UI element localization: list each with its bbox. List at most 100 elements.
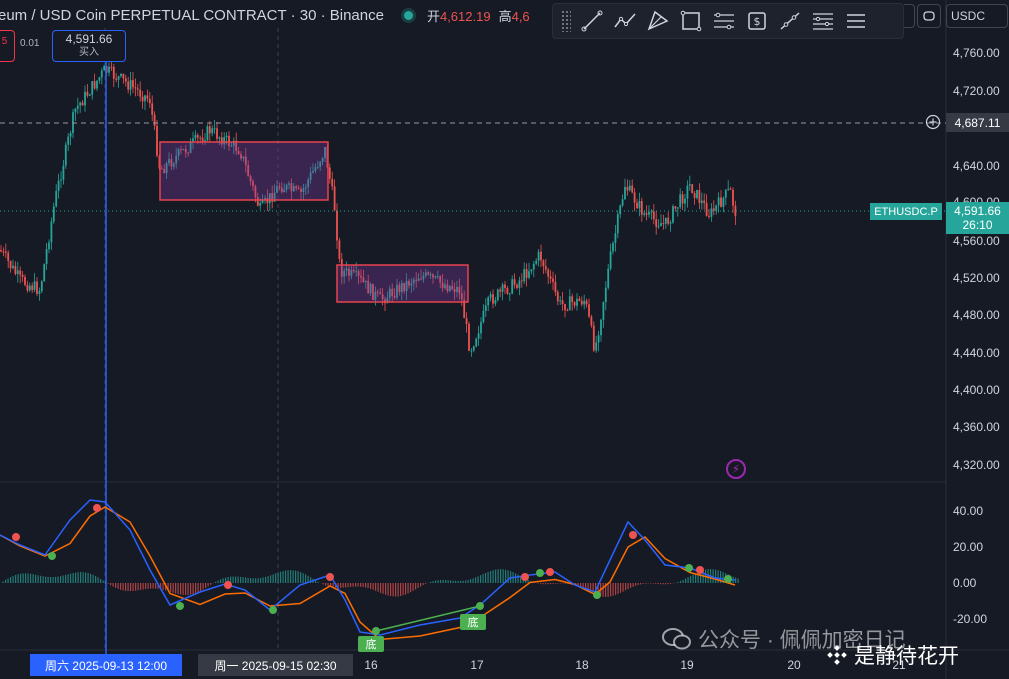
time-tick: 20 <box>787 658 801 672</box>
macd-histogram-bar <box>452 580 454 583</box>
candle-body <box>528 271 530 278</box>
candle-body <box>0 250 2 252</box>
macd-histogram-bar <box>665 583 667 585</box>
macd-histogram-bar <box>515 573 517 583</box>
macd-histogram-bar <box>325 583 327 586</box>
ray-tool[interactable] <box>773 6 806 36</box>
candle-body <box>667 217 670 224</box>
macd-histogram-bar <box>60 576 62 583</box>
candle-body <box>338 240 341 259</box>
macd-histogram-bar <box>377 583 379 592</box>
candle-body <box>542 260 545 267</box>
macd-histogram-bar <box>235 576 237 583</box>
macd-histogram-bar <box>47 576 49 583</box>
candle-body <box>134 87 137 89</box>
candle-body <box>552 278 554 282</box>
macd-histogram-bar <box>550 583 552 585</box>
candle-body <box>715 205 718 211</box>
macd-histogram-bar <box>455 580 457 583</box>
candle-body <box>672 206 674 223</box>
watermark-author: 是静待花开 <box>854 645 959 668</box>
macd-histogram-bar <box>622 583 624 592</box>
macd-histogram-bar <box>150 583 152 589</box>
cross-marker <box>696 566 704 574</box>
macd-histogram-bar <box>262 577 264 583</box>
price-tick: 4,520.00 <box>953 271 1000 285</box>
macd-histogram-bar <box>100 578 102 583</box>
candle-body <box>117 76 120 80</box>
scale-toggle[interactable] <box>904 4 915 28</box>
macd-histogram-bar <box>450 580 452 583</box>
path-tool[interactable] <box>608 6 641 36</box>
macd-histogram-bar <box>477 576 479 583</box>
macd-histogram-bar <box>670 583 672 584</box>
macd-histogram-bar <box>255 578 257 583</box>
cross-marker <box>476 602 484 610</box>
sync-button[interactable] <box>917 4 941 28</box>
time-tick: 17 <box>470 658 484 672</box>
candle-body <box>585 300 588 305</box>
macd-histogram-bar <box>417 583 419 588</box>
rectangle-tool[interactable] <box>674 6 707 36</box>
toolbar-drag-handle[interactable] <box>561 10 571 32</box>
candle-body <box>638 201 641 209</box>
pitchfork-tool[interactable] <box>641 6 674 36</box>
macd-histogram-bar <box>142 583 144 590</box>
trend-line-tool[interactable] <box>575 6 608 36</box>
last-price: 4,591.66 <box>954 204 1001 218</box>
macd-histogram-bar <box>542 583 544 585</box>
candle-body <box>592 325 595 351</box>
macd-histogram-bar <box>130 583 132 592</box>
candle-body <box>33 281 36 290</box>
macd-histogram-bar <box>392 583 394 597</box>
symbol-title[interactable]: eum / USD Coin PERPETUAL CONTRACT · 30 ·… <box>0 7 384 24</box>
candle-body <box>669 222 672 224</box>
candle-body <box>74 108 77 113</box>
last-price-label: 4,591.66 26:10 <box>946 202 1009 234</box>
macd-histogram-bar <box>140 583 142 590</box>
candle-body <box>472 346 475 351</box>
macd-histogram-bar <box>245 577 247 583</box>
macd-histogram-bar <box>127 583 129 592</box>
price-chart[interactable] <box>0 0 1009 679</box>
buy-button[interactable]: 4,591.66 买入 <box>52 30 126 62</box>
add-alert-button[interactable] <box>924 113 942 131</box>
candle-body <box>196 135 199 138</box>
candle-body <box>566 310 569 311</box>
macd-histogram-bar <box>435 580 437 583</box>
macd-histogram-bar <box>270 575 272 583</box>
macd-histogram-bar <box>495 569 497 583</box>
fib-tool[interactable] <box>806 6 839 36</box>
time-tick: 18 <box>575 658 589 672</box>
candle-body <box>628 185 631 191</box>
macd-histogram-bar <box>220 579 222 583</box>
sell-price-partial: 5 <box>1 36 8 47</box>
more-tools[interactable] <box>839 6 872 36</box>
macd-histogram-bar <box>302 573 304 583</box>
sell-button[interactable]: 5 <box>0 30 15 62</box>
macd-histogram-bar <box>552 583 554 584</box>
macd-histogram-bar <box>412 583 414 591</box>
macd-histogram-bar <box>247 577 249 583</box>
candle-body <box>621 199 624 206</box>
cross-marker <box>93 504 101 512</box>
candle-body <box>204 140 206 142</box>
macd-histogram-bar <box>375 583 377 591</box>
currency-select[interactable]: USDC <box>946 4 1008 28</box>
macd-histogram-bar <box>280 571 282 583</box>
macd-histogram-bar <box>65 574 67 583</box>
parallel-channel-tool[interactable] <box>707 6 740 36</box>
bottom-signal-label: 底 <box>358 636 384 652</box>
macd-histogram-bar <box>177 583 179 594</box>
candle-body <box>211 128 214 134</box>
candle-body <box>595 342 598 351</box>
candle-body <box>218 137 221 139</box>
macd-histogram-bar <box>457 580 459 583</box>
macd-histogram-bar <box>152 583 154 589</box>
candle-body <box>501 284 504 292</box>
price-range-tool[interactable]: $ <box>740 6 773 36</box>
candle-body <box>511 279 514 294</box>
macd-histogram-bar <box>470 579 472 583</box>
macd-histogram-bar <box>82 572 84 583</box>
lightning-icon[interactable]: ⚡ <box>726 459 746 479</box>
